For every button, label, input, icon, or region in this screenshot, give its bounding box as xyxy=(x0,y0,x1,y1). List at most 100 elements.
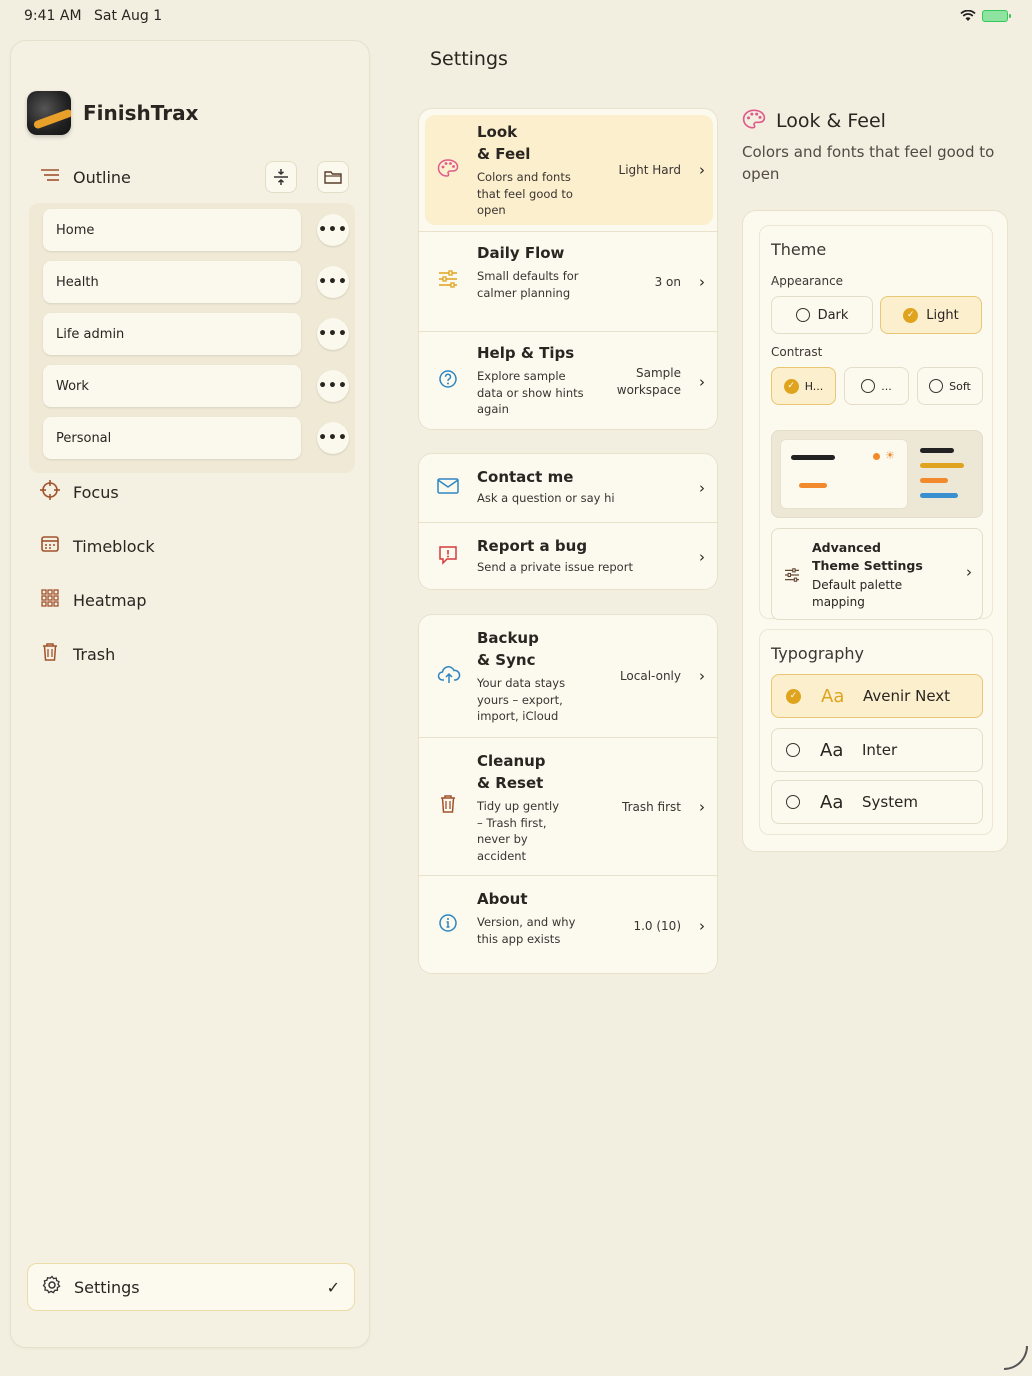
settings-row-report-bug[interactable]: Report a bug Send a private issue report… xyxy=(419,522,717,589)
row-title: Backup xyxy=(477,629,539,647)
font-sample: Aa xyxy=(820,791,844,813)
sidebar-item-timeblock[interactable]: Timeblock xyxy=(39,528,155,564)
trash-icon xyxy=(437,794,459,819)
contrast-option-soft[interactable]: Soft xyxy=(917,367,983,405)
palette-icon xyxy=(742,108,766,134)
outline-item-personal[interactable]: Personal xyxy=(43,417,301,459)
typography-section: Typography ✓ Aa Avenir Next Aa Inter Aa … xyxy=(759,629,993,835)
settings-group-preferences: Look & Feel Colors and fonts that feel g… xyxy=(418,108,718,430)
sidebar-item-label: Timeblock xyxy=(73,536,155,556)
trash-icon xyxy=(39,642,61,667)
chevron-right-icon: › xyxy=(966,563,972,581)
advanced-theme-settings[interactable]: Advanced Theme Settings Default palette … xyxy=(771,528,983,620)
radio-off-icon xyxy=(795,308,810,322)
preview-card: ☀ xyxy=(780,439,908,509)
row-text: Cleanup & Reset Tidy up gently – Trash f… xyxy=(477,750,567,864)
radio-off-icon xyxy=(786,743,800,757)
font-name: Inter xyxy=(862,741,898,759)
sidebar-item-focus[interactable]: Focus xyxy=(39,474,119,510)
app-logo-icon xyxy=(27,91,71,135)
row-text: Daily Flow Small defaults for calmer pla… xyxy=(477,242,587,301)
option-label: Light xyxy=(926,307,959,323)
outline-list-icon xyxy=(39,167,61,187)
row-text: Contact me Ask a question or say hi xyxy=(477,466,677,507)
appearance-option-dark[interactable]: Dark xyxy=(771,296,873,334)
chevron-right-icon: › xyxy=(699,667,705,685)
envelope-icon xyxy=(437,477,459,499)
alert-bubble-icon xyxy=(437,545,459,570)
resize-handle-icon[interactable] xyxy=(1004,1346,1028,1370)
settings-row-help-and-tips[interactable]: Help & Tips Explore sample data or show … xyxy=(419,331,717,429)
sidebar-item-outline[interactable]: Outline xyxy=(39,159,349,195)
settings-row-daily-flow[interactable]: Daily Flow Small defaults for calmer pla… xyxy=(419,231,717,331)
outline-item-more-button[interactable]: ••• xyxy=(317,318,349,350)
row-text: Help & Tips Explore sample data or show … xyxy=(477,342,587,418)
preview-bar xyxy=(799,483,827,488)
advanced-subtitle: mapping xyxy=(812,595,865,609)
settings-group-support: Contact me Ask a question or say hi › Re… xyxy=(418,453,718,590)
font-option-inter[interactable]: Aa Inter xyxy=(771,728,983,772)
row-title: & Feel xyxy=(477,145,531,163)
font-name: Avenir Next xyxy=(863,687,951,705)
preview-bar xyxy=(920,478,948,483)
row-title: Daily Flow xyxy=(477,244,565,262)
row-value-line: workspace xyxy=(616,382,681,397)
contrast-option-hard[interactable]: ✓ H... xyxy=(771,367,836,405)
row-subtitle: Explore sample data or show hints again xyxy=(477,369,584,416)
ellipsis-icon: ••• xyxy=(318,222,348,238)
collapse-button[interactable] xyxy=(265,161,297,193)
outline-label: Outline xyxy=(73,167,131,187)
outline-item-health[interactable]: Health xyxy=(43,261,301,303)
ellipsis-icon: ••• xyxy=(318,378,348,394)
advanced-text: Advanced Theme Settings Default palette … xyxy=(812,539,923,611)
contrast-label: Contrast xyxy=(771,345,823,359)
preview-bar xyxy=(791,455,835,460)
advanced-title: Advanced xyxy=(812,540,881,555)
ellipsis-icon: ••• xyxy=(318,274,348,290)
settings-row-contact-me[interactable]: Contact me Ask a question or say hi › xyxy=(419,454,717,522)
contrast-option-medium[interactable]: ... xyxy=(844,367,909,405)
detail-title: Look & Feel xyxy=(776,110,886,132)
sidebar-item-label: Trash xyxy=(73,644,116,664)
settings-row-about[interactable]: About Version, and why this app exists 1… xyxy=(419,875,717,973)
chevron-right-icon: › xyxy=(699,797,705,816)
settings-row-look-and-feel[interactable]: Look & Feel Colors and fonts that feel g… xyxy=(425,115,713,225)
font-option-system[interactable]: Aa System xyxy=(771,780,983,824)
outline-item-work[interactable]: Work xyxy=(43,365,301,407)
row-value: 3 on xyxy=(654,274,681,289)
outline-item-life-admin[interactable]: Life admin xyxy=(43,313,301,355)
row-title: Report a bug xyxy=(477,537,588,555)
ellipsis-icon: ••• xyxy=(318,430,348,446)
radio-check-icon: ✓ xyxy=(903,307,919,323)
collapse-icon xyxy=(274,169,288,185)
status-time: 9:41 AM xyxy=(24,8,82,24)
row-text: Look & Feel Colors and fonts that feel g… xyxy=(477,121,587,219)
appearance-option-light[interactable]: ✓ Light xyxy=(880,296,982,334)
radio-check-icon: ✓ xyxy=(786,688,801,704)
section-title: Typography xyxy=(771,644,864,663)
chevron-right-icon: › xyxy=(699,916,705,935)
battery-icon xyxy=(982,10,1011,22)
settings-row-cleanup-reset[interactable]: Cleanup & Reset Tidy up gently – Trash f… xyxy=(419,737,717,875)
outline-item-more-button[interactable]: ••• xyxy=(317,422,349,454)
outline-item-more-button[interactable]: ••• xyxy=(317,214,349,246)
outline-item-home[interactable]: Home xyxy=(43,209,301,251)
outline-item-more-button[interactable]: ••• xyxy=(317,266,349,298)
option-label: Soft xyxy=(949,379,971,393)
sidebar-item-trash[interactable]: Trash xyxy=(39,636,115,672)
font-option-avenir-next[interactable]: ✓ Aa Avenir Next xyxy=(771,674,983,718)
settings-row-backup-sync[interactable]: Backup & Sync Your data stays yours – ex… xyxy=(419,615,717,737)
status-left: 9:41 AM Sat Aug 1 xyxy=(24,8,170,24)
chevron-right-icon: › xyxy=(699,372,705,391)
folder-button[interactable] xyxy=(317,161,349,193)
outline-item-more-button[interactable]: ••• xyxy=(317,370,349,402)
option-label: Dark xyxy=(817,307,849,323)
row-text: About Version, and why this app exists xyxy=(477,888,587,947)
outline-list: Home ••• Health ••• Life admin ••• Work … xyxy=(29,203,355,473)
cloud-upload-icon xyxy=(437,664,461,689)
row-value-line: Sample xyxy=(636,365,681,380)
sidebar-item-settings[interactable]: Settings ✓ xyxy=(27,1263,355,1311)
sidebar-item-heatmap[interactable]: Heatmap xyxy=(39,582,147,618)
status-bar: 9:41 AM Sat Aug 1 xyxy=(0,0,1032,32)
row-subtitle: Colors and fonts that feel good to open xyxy=(477,170,573,217)
